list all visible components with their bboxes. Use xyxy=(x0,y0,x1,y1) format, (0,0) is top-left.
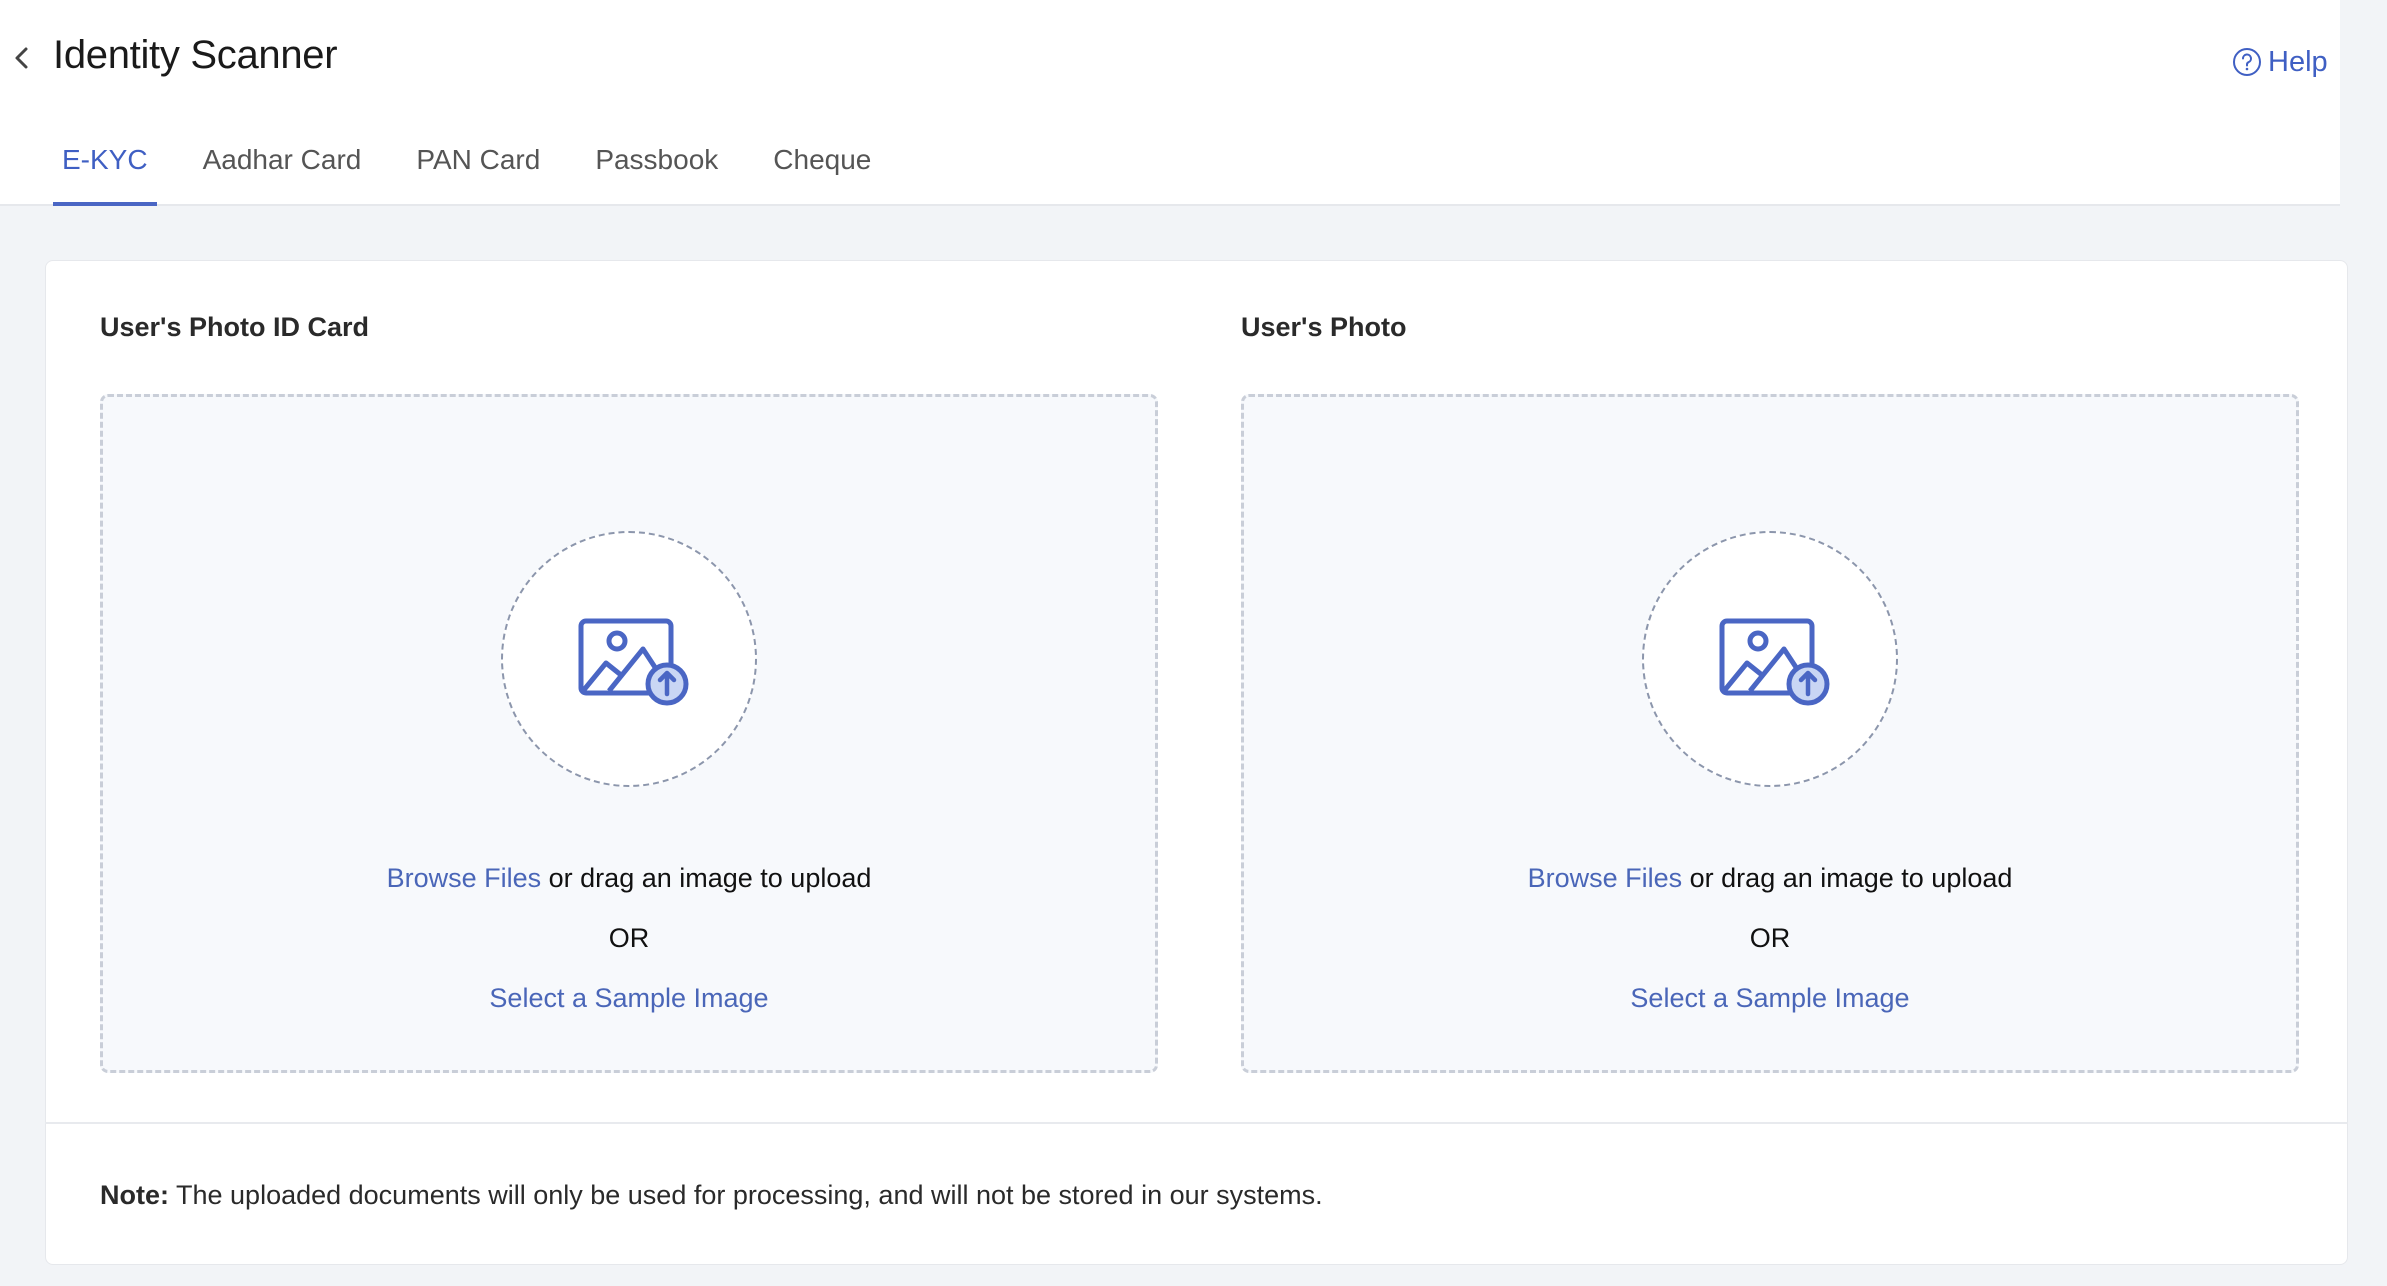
drag-text: or drag an image to upload xyxy=(1682,863,2013,893)
browse-files-link[interactable]: Browse Files xyxy=(1528,863,1683,893)
privacy-note: Note: The uploaded documents will only b… xyxy=(100,1180,1323,1211)
photo-id-card-title: User's Photo ID Card xyxy=(100,312,369,342)
user-photo-title: User's Photo xyxy=(1241,312,1407,342)
tab-aadhar-card[interactable]: Aadhar Card xyxy=(194,138,371,204)
image-upload-icon xyxy=(1719,618,1830,706)
select-sample-image-link[interactable]: Select a Sample Image xyxy=(1630,983,1909,1013)
upload-instructions: Browse Files or drag an image to upload xyxy=(1244,863,2296,894)
image-upload-icon xyxy=(578,618,689,706)
tab-bar: E-KYC Aadhar Card PAN Card Passbook Cheq… xyxy=(53,138,917,206)
or-separator: OR xyxy=(608,923,650,953)
help-label: Help xyxy=(2268,45,2328,78)
tab-cheque[interactable]: Cheque xyxy=(764,138,880,204)
or-separator: OR xyxy=(1749,923,1791,953)
upload-icon-circle[interactable] xyxy=(501,531,757,787)
drag-text: or drag an image to upload xyxy=(541,863,872,893)
upload-instructions: Browse Files or drag an image to upload xyxy=(103,863,1155,894)
help-link[interactable]: Help xyxy=(2232,44,2328,80)
tab-e-kyc[interactable]: E-KYC xyxy=(53,138,157,206)
note-text: The uploaded documents will only be used… xyxy=(169,1180,1323,1210)
tab-pan-card[interactable]: PAN Card xyxy=(407,138,549,204)
upload-icon-circle[interactable] xyxy=(1642,531,1898,787)
help-icon xyxy=(2233,48,2261,76)
browse-files-link[interactable]: Browse Files xyxy=(387,863,542,893)
select-sample-image-link[interactable]: Select a Sample Image xyxy=(489,983,768,1013)
note-label: Note: xyxy=(100,1180,169,1210)
card-divider xyxy=(45,1122,2348,1124)
page-header: Identity Scanner Help E-KYC Aadhar Card … xyxy=(0,0,2340,206)
user-photo-dropzone[interactable]: Browse Files or drag an image to upload … xyxy=(1241,394,2299,1073)
chevron-left-icon xyxy=(15,47,28,69)
back-button[interactable] xyxy=(8,40,38,76)
photo-id-card-dropzone[interactable]: Browse Files or drag an image to upload … xyxy=(100,394,1158,1073)
page-title: Identity Scanner xyxy=(53,33,338,77)
tab-passbook[interactable]: Passbook xyxy=(586,138,727,204)
